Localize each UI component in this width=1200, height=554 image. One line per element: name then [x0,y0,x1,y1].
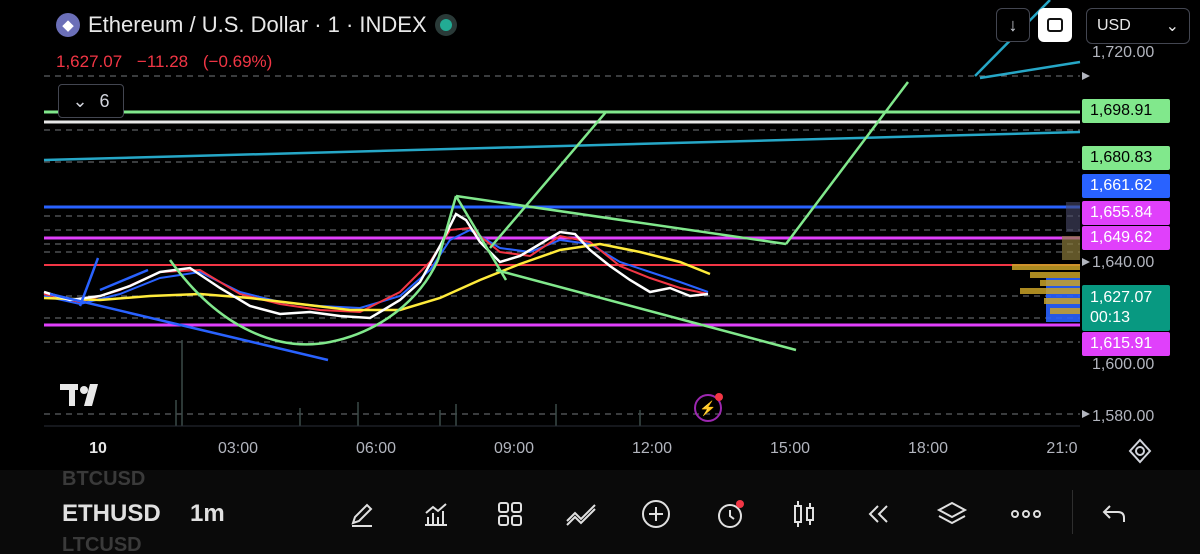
vp-bar [1066,202,1080,232]
volume-profile [1012,202,1080,322]
apps-button[interactable] [492,496,528,532]
add-button[interactable] [638,496,674,532]
current-price-value: 1,627.07 [1090,289,1153,306]
arrow-down-icon: ↓ [1008,14,1018,35]
price-summary: 1,627.07 −11.28 (−0.69%) [56,52,272,72]
fullscreen-icon [1047,18,1063,32]
trendline-cyan-long[interactable] [43,130,1081,162]
replay-button[interactable] [860,496,896,532]
ethereum-icon: ◆ [56,13,80,37]
axis-marker [1082,72,1090,80]
vp-bar [1044,298,1080,304]
price-tag-1680[interactable]: 1,680.83 [1082,146,1170,170]
market-status-icon[interactable] [434,14,457,36]
chevron-down-icon: ⌄ [1165,18,1179,35]
time-axis-label: 18:00 [907,440,949,457]
more-button[interactable] [1008,496,1044,532]
pencil-icon [351,503,373,527]
tradingview-logo [60,384,98,406]
ticker-previous[interactable]: BTCUSD [62,468,145,491]
trendline-cyan-upper-2[interactable] [979,60,1081,80]
fullscreen-button[interactable] [1038,8,1072,42]
trend-icon [566,504,596,526]
price-axis-label: 1,720.00 [1092,44,1155,61]
price-tag-1615[interactable]: 1,615.91 [1082,332,1170,356]
draw-button[interactable] [344,496,380,532]
scroll-down-button[interactable]: ↓ [996,8,1030,42]
vp-bar [1050,308,1080,314]
price-tag-1661[interactable]: 1,661.62 [1082,174,1170,198]
candles-icon [794,501,814,527]
price-axis-label: 1,580.00 [1092,408,1155,425]
add-icon [642,500,670,528]
volume-bars [175,340,641,426]
replay-icon [868,505,888,523]
alarm-icon [718,500,744,528]
ticker-current[interactable]: ETHUSD [62,500,161,528]
symbol-header[interactable]: ◆ Ethereum / U.S. Dollar · 1 · INDEX [56,12,457,38]
more-icon [1011,510,1041,518]
indicators-collapse-button[interactable]: ⌄ 6 [58,84,124,118]
interval-button[interactable]: 1m [190,500,225,528]
layers-button[interactable] [934,496,970,532]
candle-countdown: 00:13 [1090,309,1131,326]
time-axis-label: 21:0 [1046,440,1078,457]
trend-button[interactable] [564,496,600,532]
currency-select[interactable]: USD ⌄ [1086,8,1190,44]
price-axis-label: 1,600.00 [1092,356,1155,373]
trendline-blue-down[interactable] [49,292,329,362]
ticker-next[interactable]: LTCUSD [62,534,142,554]
notification-dot [715,393,723,401]
vp-bar [1062,236,1080,260]
bottom-toolbar: BTCUSD ETHUSD LTCUSD 1m [0,468,1200,554]
symbol-title[interactable]: Ethereum / U.S. Dollar · 1 · INDEX [88,12,427,38]
vp-bar [1040,280,1080,286]
indicators-icon [425,503,447,526]
settings-icon[interactable] [1126,437,1154,465]
indicators-count: 6 [99,90,110,111]
indicators-button[interactable] [418,496,454,532]
time-axis-label: 09:00 [493,440,535,457]
time-axis-label: 12:00 [631,440,673,457]
alert-button[interactable] [712,496,748,532]
grid-dashed-lines [44,75,1080,415]
vp-bar [1012,264,1080,270]
time-axis-label: 10 [89,440,107,457]
time-axis-label: 15:00 [769,440,811,457]
price-tag-1655[interactable]: 1,655.84 [1082,201,1170,225]
layers-icon [936,501,968,525]
axis-marker [1082,258,1090,266]
trendline-green-projection[interactable] [489,111,607,249]
trendline-green-channel-bottom[interactable] [495,268,797,352]
price-change: −11.28 [136,52,189,71]
last-price: 1,627.07 [56,52,123,71]
undo-button[interactable] [1096,496,1132,532]
vp-bar [1020,288,1080,294]
undo-icon [1102,505,1125,522]
price-axis-label: 1,640.00 [1092,254,1155,271]
trendline-green-projection-2[interactable] [785,81,909,245]
current-price-tag[interactable]: 1,627.07 00:13 [1082,285,1170,331]
axis-marker [1082,410,1090,418]
bolt-icon[interactable]: ⚡ [694,393,723,422]
vp-bar [1030,272,1080,278]
toolbar-divider [1072,490,1073,534]
time-axis-label: 06:00 [355,440,397,457]
chart-type-button[interactable] [786,496,822,532]
price-tag-1698[interactable]: 1,698.91 [1082,99,1170,123]
currency-value: USD [1097,17,1131,34]
chevron-down-icon: ⌄ [72,90,88,111]
apps-icon [498,502,522,526]
time-axis-label: 03:00 [217,440,259,457]
price-change-pct: (−0.69%) [202,52,273,71]
price-tag-1649[interactable]: 1,649.62 [1082,226,1170,250]
